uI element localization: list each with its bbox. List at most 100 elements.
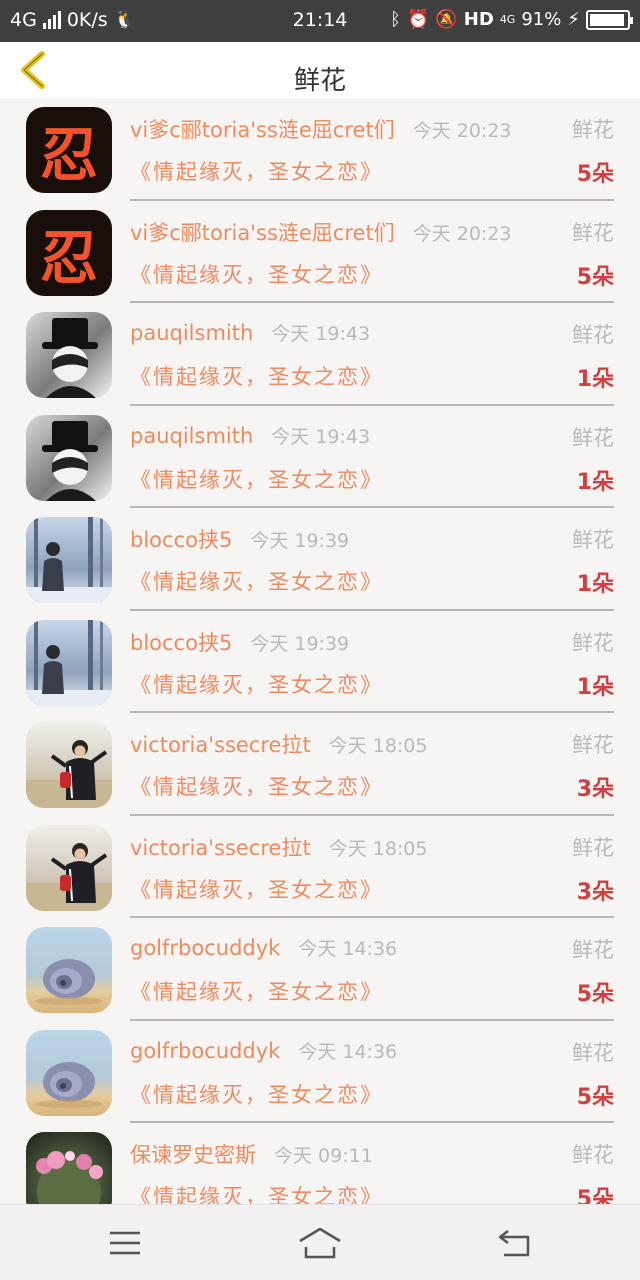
send-time: 今天 09:11 [274,1145,373,1167]
gift-type: 鲜花 [572,528,614,552]
gift-type: 鲜花 [572,835,614,860]
send-time: 今天 14:36 [298,1040,398,1063]
gift-type: 鲜花 [572,1143,614,1167]
avatar[interactable] [26,312,112,398]
mute-icon: 🔕 [435,9,458,30]
sender-name: golfrbocuddyk 今天 14:36 [130,934,397,961]
list-item[interactable]: blocco挟5 今天 19:39 鲜花 《情起缘灭，圣女之恋》 1朵 [0,611,640,713]
avatar[interactable] [26,517,112,603]
gift-type: 鲜花 [572,323,614,347]
gift-count: 5朵 [576,982,614,1007]
list-item[interactable]: 保谏罗史密斯 今天 09:11 鲜花《情起缘灭，圣女之恋》 5朵 [0,1123,640,1204]
send-time: 今天 14:36 [298,938,398,960]
list-item[interactable]: victoria'ssecre拉t 今天 18:05 鲜花 《情起缘灭，圣女之恋》 3朵 [0,816,640,918]
send-time: 今天 19:43 [271,425,371,448]
item-content: blocco挟5 今天 19:39 鲜花 《情起缘灭，圣女之恋》 1朵 [130,611,614,713]
sender-name-text: 保谏罗史密斯 [130,1143,256,1167]
sender-name-text: blocco挟5 [130,630,233,655]
list-item[interactable]: golfrbocuddyk 今天 14:36 鲜花《情起缘灭，圣女之恋》 5朵 [0,918,640,1021]
novel-title-link[interactable]: 《情起缘灭，圣女之恋》 [130,976,383,1006]
list-item[interactable]: golfrbocuddyk 今天 14:36 鲜花 《情起缘灭，圣女之恋》 5朵 [0,1021,640,1123]
sender-name: golfrbocuddyk 今天 14:36 [130,1037,397,1064]
novel-title-link[interactable]: 《情起缘灭，圣女之恋》 [130,259,383,289]
novel-title-link[interactable]: 《情起缘灭，圣女之恋》 [130,669,383,699]
novel-title-link[interactable]: 《情起缘灭，圣女之恋》 [130,361,383,391]
gift-type: 鲜花 [572,220,614,245]
send-time: 今天 20:23 [412,120,512,142]
gift-type: 鲜花 [572,630,614,655]
item-content: golfrbocuddyk 今天 14:36 鲜花《情起缘灭，圣女之恋》 5朵 [130,918,614,1021]
sender-name: vi爹c郦toria'ss涟e屈cret们 今天 20:23 [130,114,511,144]
avatar[interactable] [26,722,112,808]
avatar[interactable] [26,824,112,911]
send-time: 今天 20:23 [412,222,512,245]
list-item[interactable]: pauqilsmith 今天 19:43 鲜花《情起缘灭，圣女之恋》 1朵 [0,406,640,508]
status-right: ᛒ ⏰ 🔕 HD 4G 91% ⚡ [390,9,633,30]
list-item[interactable]: pauqilsmith 今天 19:43 鲜花 《情起缘灭，圣女之恋》 1朵 [0,303,640,406]
gift-count: 1朵 [576,469,614,495]
gift-count: 1朵 [576,572,614,597]
avatar[interactable]: 忍 [26,107,112,193]
send-time: 今天 18:05 [328,837,428,860]
sender-name-text: vi爹c郦toria'ss涟e屈cret们 [130,118,395,142]
gift-type: 鲜花 [572,1040,614,1065]
novel-title-link[interactable]: 《情起缘灭，圣女之恋》 [130,1181,383,1204]
avatar[interactable] [26,414,112,501]
app-header: 鲜花 [0,42,640,98]
hd-label: HD [463,9,494,30]
bluetooth-icon: ᛒ [390,9,401,30]
home-icon [299,1227,341,1259]
item-content: vi爹c郦toria'ss涟e屈cret们 今天 20:23 鲜花《情起缘灭，圣女之… [130,201,614,303]
novel-title-link[interactable]: 《情起缘灭，圣女之恋》 [130,771,383,801]
avatar[interactable]: 忍 [26,209,112,296]
gift-count: 1朵 [576,367,614,392]
avatar[interactable] [26,1132,112,1204]
sender-name: victoria'ssecre拉t 今天 18:05 [130,832,427,862]
sender-name: blocco挟5 今天 19:39 [130,524,349,554]
menu-icon [110,1231,140,1255]
item-content: golfrbocuddyk 今天 14:36 鲜花 《情起缘灭，圣女之恋》 5朵 [130,1021,614,1123]
sender-name-text: victoria'ssecre拉t [130,733,311,757]
gift-type: 鲜花 [572,425,614,450]
item-content: vi爹c郦toria'ss涟e屈cret们 今天 20:23 鲜花 《情起缘灭，圣女之… [130,98,614,201]
gift-count: 1朵 [576,674,614,700]
menu-button[interactable] [104,1223,148,1263]
list-item[interactable]: 忍 vi爹c郦toria'ss涟e屈cret们 今天 20:23 鲜花《情起缘灭，圣女… [0,201,640,303]
gift-list[interactable]: 忍 vi爹c郦toria'ss涟e屈cret们 今天 20:23 鲜花 《情起缘灭，圣女… [0,98,640,1204]
item-content: blocco挟5 今天 19:39 鲜花《情起缘灭，圣女之恋》 1朵 [130,508,614,611]
avatar-kanji: 忍 [39,223,98,292]
sender-name-text: pauqilsmith [130,423,254,448]
list-item[interactable]: 忍 vi爹c郦toria'ss涟e屈cret们 今天 20:23 鲜花 《情起缘灭，圣女… [0,98,640,201]
battery-icon [586,9,633,30]
back-nav-button[interactable] [494,1223,538,1263]
sender-name-text: golfrbocuddyk [130,936,281,960]
novel-title-link[interactable]: 《情起缘灭，圣女之恋》 [130,464,383,494]
list-item[interactable]: blocco挟5 今天 19:39 鲜花《情起缘灭，圣女之恋》 1朵 [0,508,640,611]
sender-name: 保谏罗史密斯 今天 09:11 [130,1139,373,1169]
list-item[interactable]: victoria'ssecre拉t 今天 18:05 鲜花 《情起缘灭，圣女之恋》 3朵 [0,713,640,816]
sender-name-text: vi爹c郦toria'ss涟e屈cret们 [130,220,395,245]
item-content: pauqilsmith 今天 19:43 鲜花《情起缘灭，圣女之恋》 1朵 [130,406,614,508]
gift-count: 5朵 [576,264,614,290]
novel-title-link[interactable]: 《情起缘灭，圣女之恋》 [130,1079,383,1109]
novel-title-link[interactable]: 《情起缘灭，圣女之恋》 [130,566,383,596]
gift-count: 3朵 [576,777,614,802]
item-content: victoria'ssecre拉t 今天 18:05 鲜花 《情起缘灭，圣女之恋》 3朵 [130,816,614,918]
item-content: pauqilsmith 今天 19:43 鲜花 《情起缘灭，圣女之恋》 1朵 [130,303,614,406]
avatar[interactable] [26,619,112,706]
home-button[interactable] [298,1223,342,1263]
avatar[interactable] [26,927,112,1013]
item-content: 保谏罗史密斯 今天 09:11 鲜花《情起缘灭，圣女之恋》 5朵 [130,1123,614,1204]
novel-title-link[interactable]: 《情起缘灭，圣女之恋》 [130,156,383,186]
gift-count: 5朵 [576,1187,614,1204]
sender-name: vi爹c郦toria'ss涟e屈cret们 今天 20:23 [130,217,511,247]
gift-type: 鲜花 [572,938,614,962]
send-time: 今天 19:39 [250,530,350,552]
sender-name: victoria'ssecre拉t 今天 18:05 [130,729,427,759]
novel-title-link[interactable]: 《情起缘灭，圣女之恋》 [130,874,383,904]
avatar[interactable] [26,1029,112,1116]
charging-icon: ⚡ [567,9,580,30]
send-time: 今天 19:43 [271,323,371,345]
network-type-right: 4G [499,13,516,26]
sender-name: pauqilsmith 今天 19:43 [130,422,370,449]
